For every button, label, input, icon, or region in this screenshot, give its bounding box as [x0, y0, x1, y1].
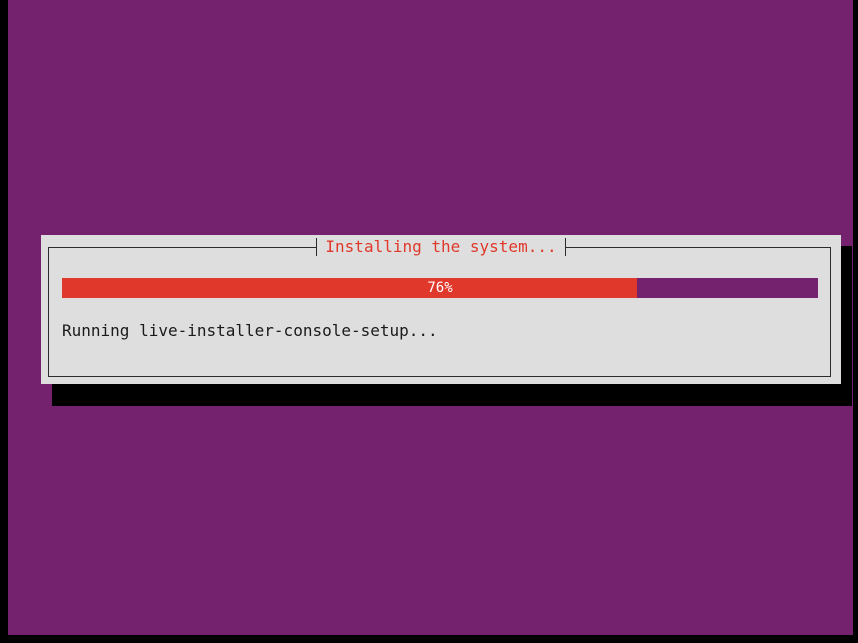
dialog-title-box: Installing the system...: [316, 235, 566, 259]
progress-bar: 76%: [62, 278, 818, 298]
status-message: Running live-installer-console-setup...: [62, 321, 438, 340]
install-progress-dialog: Installing the system... 76% Running liv…: [41, 235, 841, 384]
dialog-frame: [48, 247, 831, 377]
title-right-tick: [564, 238, 566, 256]
dialog-title-bar: Installing the system...: [41, 235, 841, 259]
progress-percent-label: 76%: [427, 280, 453, 296]
installer-screen: Installing the system... 76% Running liv…: [8, 0, 853, 635]
dialog-title: Installing the system...: [325, 237, 557, 256]
title-left-tick: [316, 238, 318, 256]
